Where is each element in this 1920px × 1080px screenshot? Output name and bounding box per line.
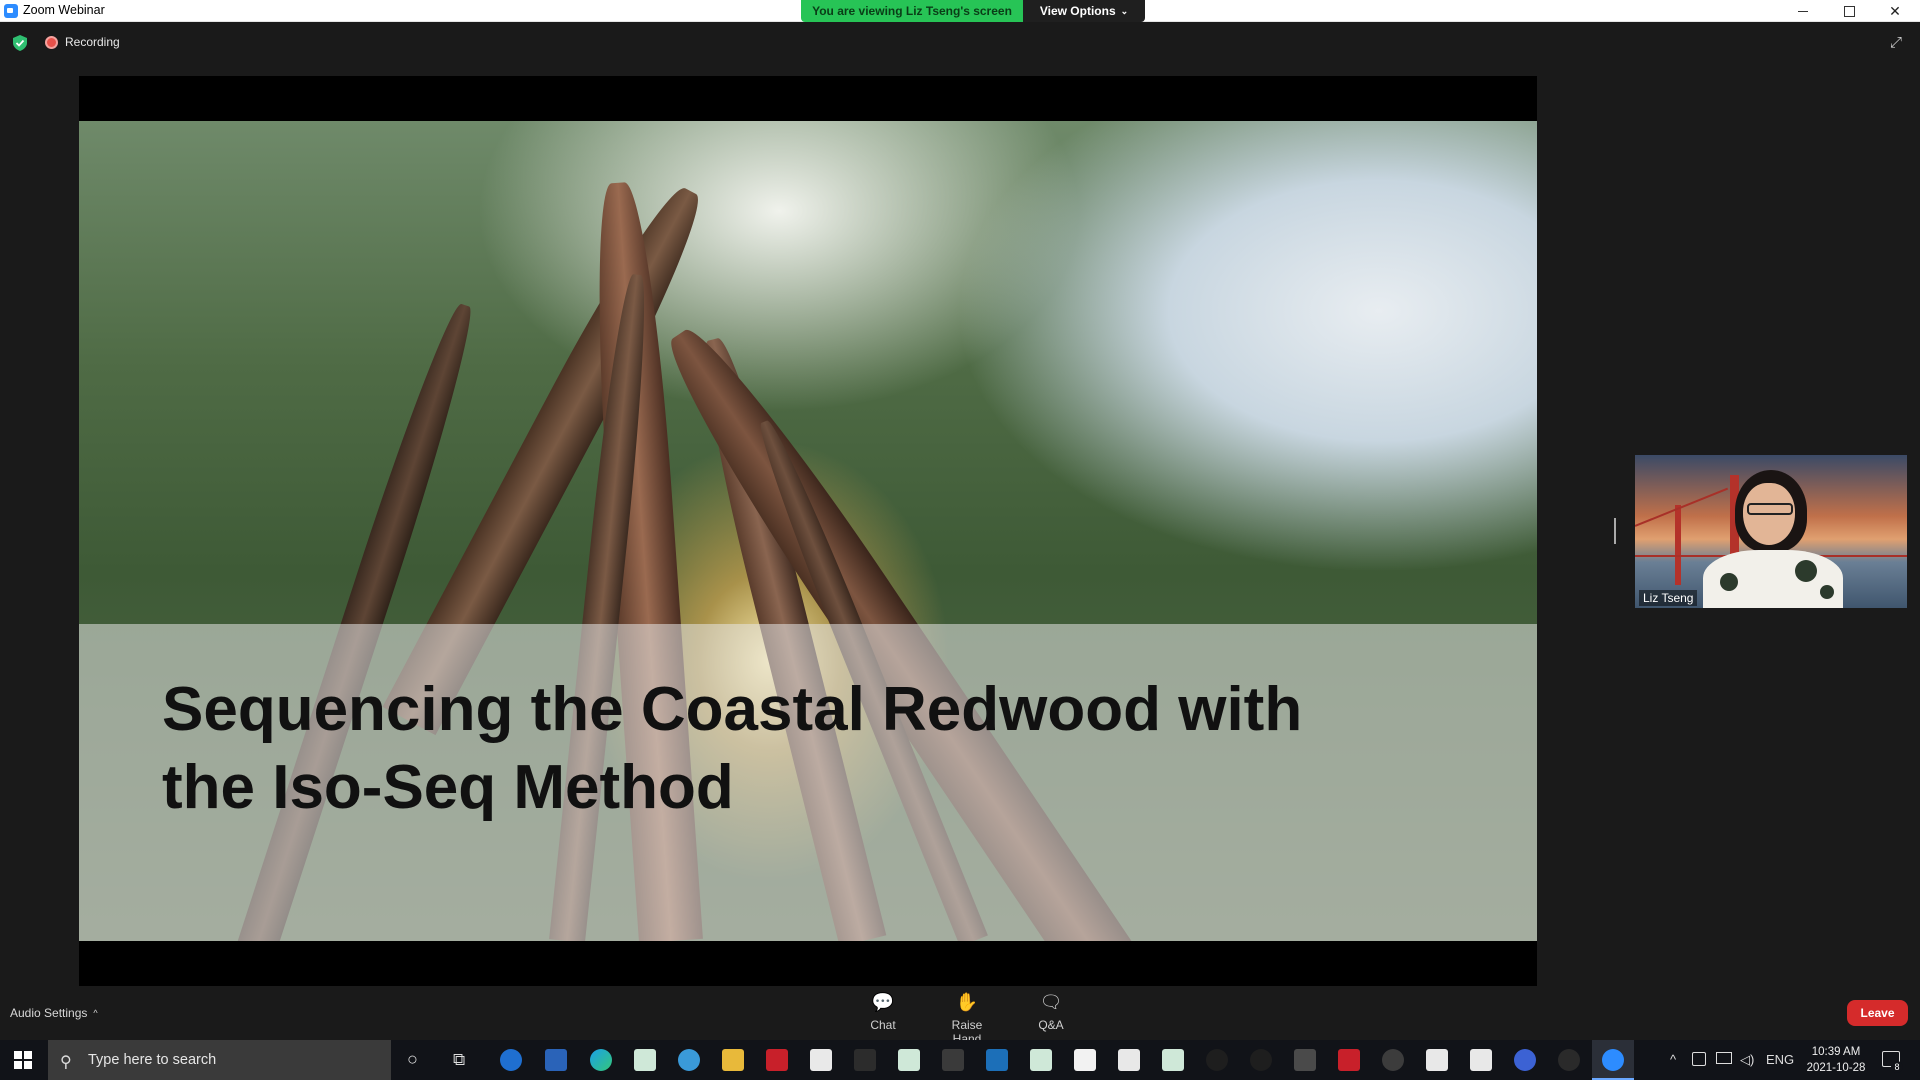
app-icon[interactable] [1206, 1049, 1228, 1071]
word-icon[interactable] [1294, 1049, 1316, 1071]
github-icon[interactable] [1382, 1049, 1404, 1071]
zoom-app-icon [4, 4, 18, 18]
qa-label: Q&A [1038, 1018, 1064, 1032]
view-options-label: View Options [1039, 4, 1116, 18]
acrobat-icon[interactable] [1338, 1049, 1360, 1071]
device-icon[interactable] [1692, 1052, 1706, 1066]
presentation-slide: Sequencing the Coastal Redwood with the … [79, 121, 1537, 941]
r-icon[interactable] [1514, 1049, 1536, 1071]
volume-icon[interactable]: ◁) [1740, 1052, 1754, 1068]
panel-drag-handle[interactable] [1614, 518, 1616, 544]
zoom-webinar-window: Zoom Webinar ✕ You are viewing Liz Tseng… [0, 0, 1920, 1080]
recording-dot-icon [45, 35, 58, 49]
maximize-button[interactable] [1826, 0, 1872, 22]
app-icon[interactable] [1426, 1049, 1448, 1071]
bridge-cable [1635, 487, 1729, 527]
app-icon[interactable] [1074, 1049, 1096, 1071]
file-explorer-icon[interactable] [722, 1049, 744, 1071]
audio-settings-button[interactable]: Audio Settings ^ [10, 1006, 98, 1020]
recording-label: Recording [65, 35, 120, 49]
search-icon: ⚲ [60, 1054, 72, 1071]
app-icon[interactable] [1470, 1049, 1492, 1071]
view-options-button[interactable]: View Options ⌄ [1023, 0, 1145, 22]
calculator-icon[interactable] [545, 1049, 567, 1071]
fullscreen-icon[interactable]: ⤢ [1890, 35, 1906, 51]
slide-title-line2: the Iso-Seq Method [162, 753, 734, 822]
windows-start-icon[interactable] [14, 1051, 32, 1069]
windows-taskbar: ⚲ Type here to search ○ ⧉ ^ ◁) ENG 10:39… [0, 1040, 1920, 1080]
glasses [1747, 503, 1793, 515]
app-icon[interactable] [634, 1049, 656, 1071]
window-title: Zoom Webinar [23, 3, 105, 17]
qa-icon: 🗨 [1039, 992, 1063, 1012]
chat-icon: 💬 [871, 992, 895, 1012]
participant-name: Liz Tseng [1639, 590, 1698, 606]
tray-expand-icon[interactable]: ^ [1670, 1052, 1676, 1067]
shirt-flower [1820, 585, 1834, 599]
app-icon[interactable] [1118, 1049, 1140, 1071]
chat-label: Chat [870, 1018, 896, 1032]
app-icon[interactable] [942, 1049, 964, 1071]
chevron-down-icon: ⌄ [1120, 5, 1129, 16]
chat-button[interactable]: 💬 Chat [853, 992, 913, 1032]
notification-count: 8 [1891, 1061, 1903, 1073]
language-indicator[interactable]: ENG [1766, 1052, 1794, 1067]
zoom-taskbar-button[interactable] [1592, 1040, 1634, 1080]
zoom-icon [1602, 1049, 1624, 1071]
raise-hand-icon: ✋ [955, 992, 979, 1012]
app-icon[interactable] [810, 1049, 832, 1071]
viewing-screen-banner: You are viewing Liz Tseng's screen [801, 0, 1023, 22]
task-view-icon[interactable]: ⧉ [453, 1050, 465, 1070]
taskbar-clock[interactable]: 10:39 AM 2021-10-28 [1800, 1044, 1872, 1076]
recording-indicator[interactable]: Recording [45, 35, 120, 49]
encryption-shield-icon[interactable] [13, 35, 27, 51]
chevron-up-icon: ^ [93, 1008, 98, 1018]
app-icon[interactable] [986, 1049, 1008, 1071]
minimize-button[interactable] [1780, 0, 1826, 22]
app-icon[interactable] [854, 1049, 876, 1071]
network-icon[interactable] [1716, 1052, 1732, 1064]
app-icon[interactable] [1250, 1049, 1272, 1071]
bridge-tower [1675, 505, 1681, 585]
shared-screen: Sequencing the Coastal Redwood with the … [79, 76, 1537, 986]
app-icon[interactable] [898, 1049, 920, 1071]
app-icon[interactable] [1030, 1049, 1052, 1071]
internet-explorer-icon[interactable] [500, 1049, 522, 1071]
qa-button[interactable]: 🗨 Q&A [1021, 992, 1081, 1032]
taskbar-search-box[interactable]: ⚲ Type here to search [48, 1040, 391, 1080]
cortana-icon[interactable]: ○ [407, 1049, 418, 1070]
shirt-flower [1720, 573, 1738, 591]
close-button[interactable]: ✕ [1872, 0, 1918, 22]
app-icon[interactable] [1558, 1049, 1580, 1071]
app-icon[interactable] [766, 1049, 788, 1071]
audio-settings-label: Audio Settings [10, 1006, 88, 1020]
edge-icon[interactable] [590, 1049, 612, 1071]
leave-button[interactable]: Leave [1847, 1000, 1908, 1026]
app-icon[interactable] [1162, 1049, 1184, 1071]
slide-title: Sequencing the Coastal Redwood with the … [162, 671, 1442, 827]
shirt-flower [1795, 560, 1817, 582]
globe-icon[interactable] [678, 1049, 700, 1071]
search-placeholder: Type here to search [88, 1052, 217, 1068]
clock-time: 10:39 AM [1811, 1046, 1861, 1058]
participant-video[interactable]: Liz Tseng [1635, 455, 1907, 608]
clock-date: 2021-10-28 [1806, 1062, 1866, 1074]
raise-hand-button[interactable]: ✋ Raise Hand [937, 992, 997, 1046]
slide-title-line1: Sequencing the Coastal Redwood with [162, 675, 1303, 744]
